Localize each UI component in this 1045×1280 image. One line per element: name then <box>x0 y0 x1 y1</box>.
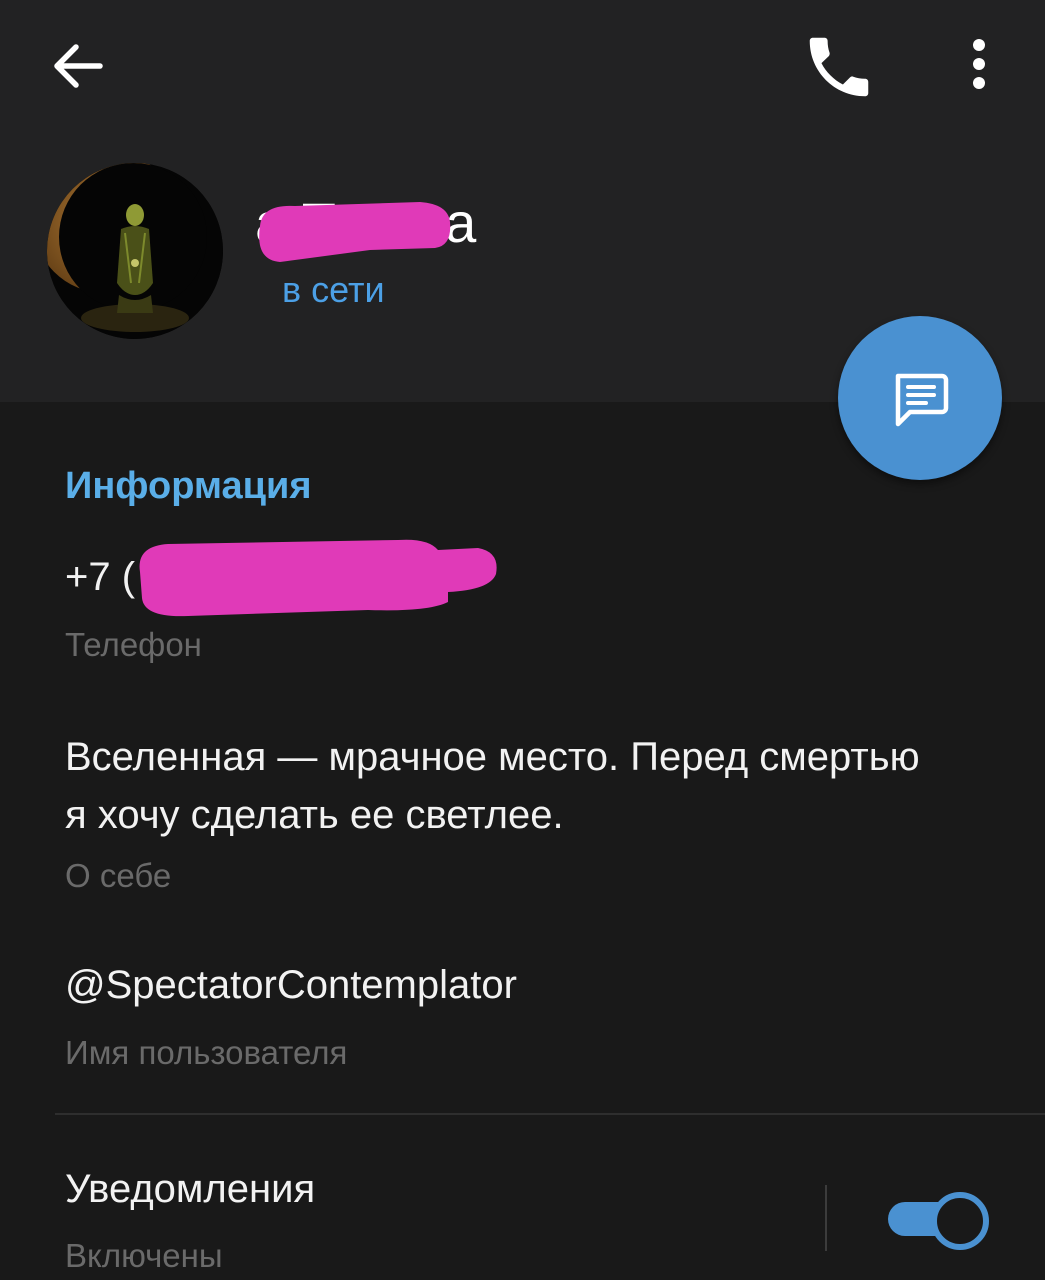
redaction-mark <box>259 202 451 262</box>
bio-text[interactable]: Вселенная — мрачное место. Перед смертью… <box>65 728 925 844</box>
notifications-title[interactable]: Уведомления <box>65 1160 315 1218</box>
phone-icon[interactable] <box>800 28 878 106</box>
online-status: в сети <box>282 269 385 310</box>
avatar-image <box>47 163 223 339</box>
toggle-knob <box>931 1192 989 1250</box>
phone-label: Телефон <box>65 626 202 663</box>
arrow-back-icon[interactable] <box>42 30 114 102</box>
redaction-mark <box>139 539 497 617</box>
phone-number[interactable]: +7 ( <box>65 548 135 606</box>
section-title-info: Информация <box>65 465 312 507</box>
vertical-separator <box>825 1185 827 1251</box>
message-icon <box>895 373 949 427</box>
divider <box>55 1113 1045 1115</box>
username[interactable]: @SpectatorContemplator <box>65 956 517 1014</box>
send-message-button[interactable] <box>838 316 1002 480</box>
bio-label: О себе <box>65 857 172 894</box>
username-label: Имя пользователя <box>65 1034 348 1071</box>
more-vertical-icon[interactable] <box>950 30 1010 102</box>
notifications-status: Включены <box>65 1237 223 1274</box>
avatar[interactable] <box>47 163 223 339</box>
notifications-toggle[interactable] <box>885 1188 989 1250</box>
